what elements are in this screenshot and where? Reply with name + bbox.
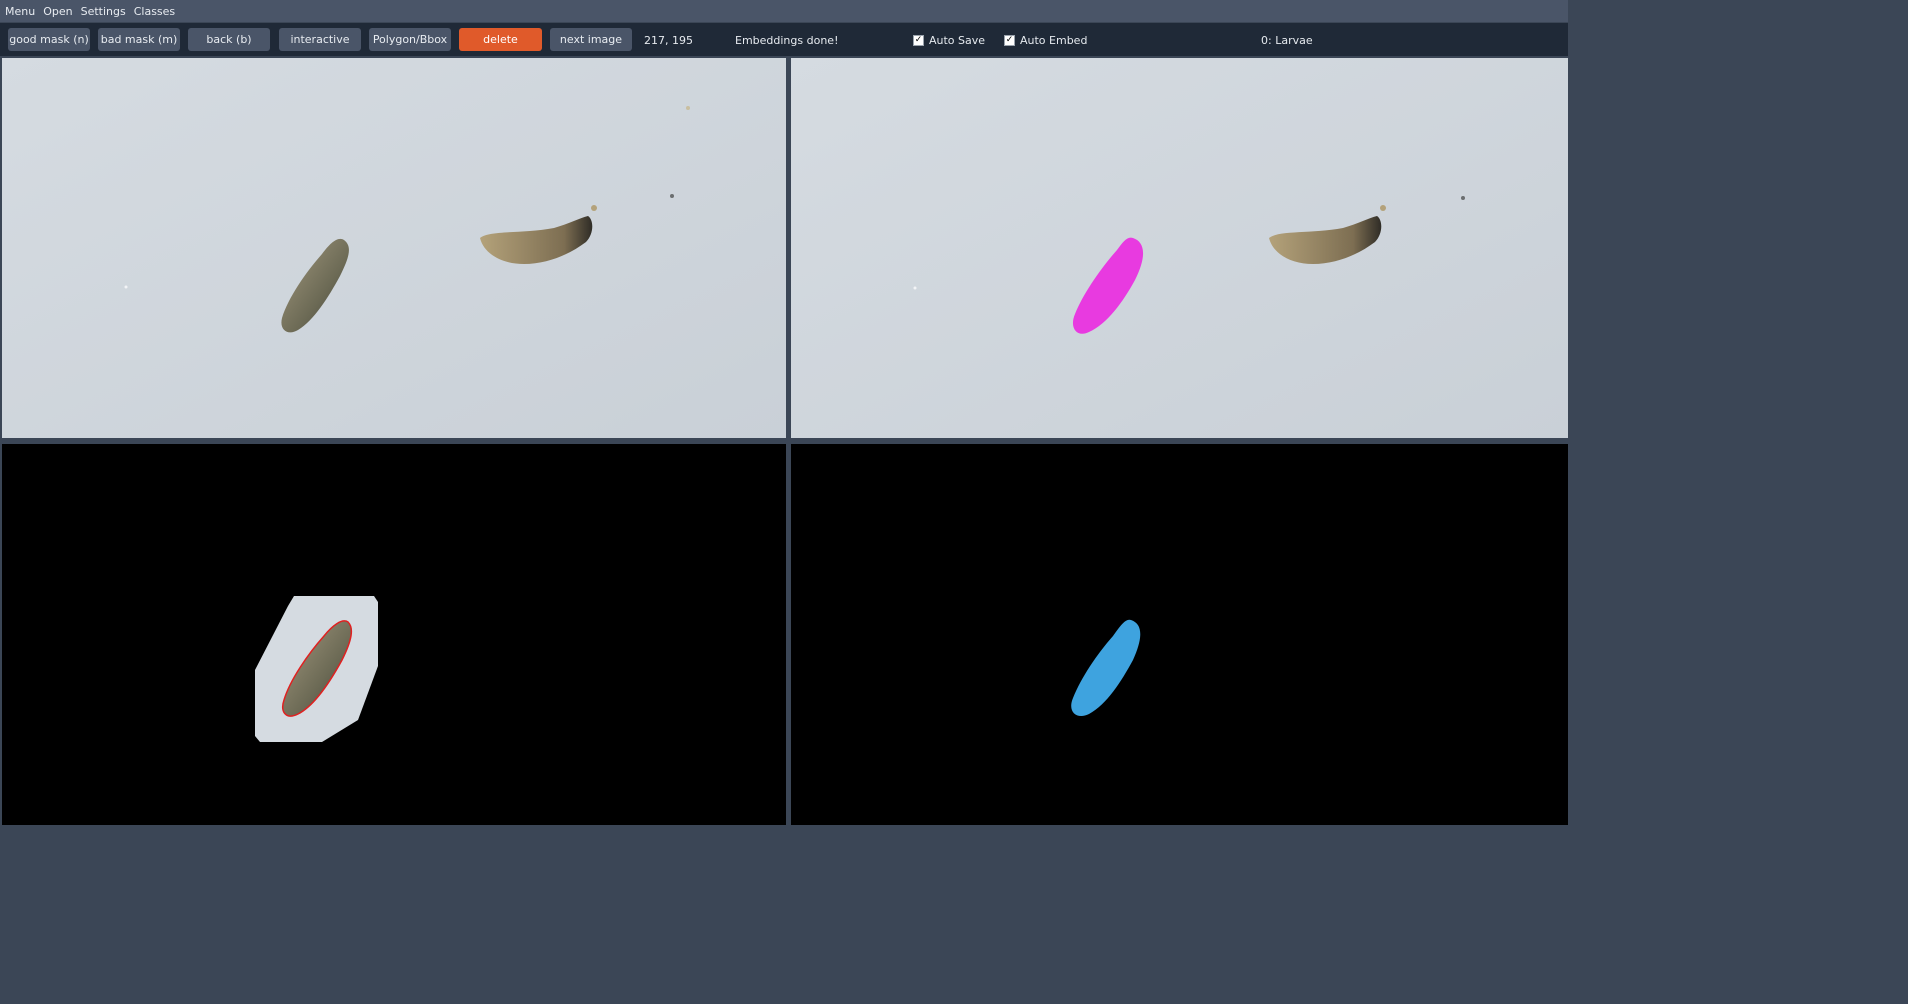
good-mask-button[interactable]: good mask (n)	[8, 28, 90, 51]
auto-embed-checkbox[interactable]: ✓ Auto Embed	[1004, 34, 1087, 47]
cursor-position: 217, 195	[644, 34, 693, 47]
menu-open[interactable]: Open	[38, 5, 75, 18]
mask-overlay-panel[interactable]	[791, 58, 1568, 438]
auto-save-label: Auto Save	[929, 34, 986, 47]
toolbar: good mask (n) bad mask (m) back (b) inte…	[0, 23, 1568, 56]
delete-button[interactable]: delete	[459, 28, 542, 51]
auto-save-checkbox[interactable]: ✓ Auto Save	[913, 34, 985, 47]
mask-output-panel[interactable]	[791, 444, 1568, 825]
bad-mask-button[interactable]: bad mask (m)	[98, 28, 180, 51]
next-image-button[interactable]: next image	[550, 28, 632, 51]
interactive-button[interactable]: interactive	[279, 28, 361, 51]
menu-menu[interactable]: Menu	[0, 5, 38, 18]
menu-settings[interactable]: Settings	[76, 5, 129, 18]
checkmark-icon: ✓	[1004, 35, 1015, 46]
status-text: Embeddings done!	[735, 34, 839, 47]
crop-view-panel[interactable]	[2, 444, 786, 825]
menu-classes[interactable]: Classes	[129, 5, 178, 18]
current-class-label[interactable]: 0: Larvae	[1261, 34, 1313, 47]
class-mask	[1071, 619, 1141, 717]
back-button[interactable]: back (b)	[188, 28, 270, 51]
source-image-panel[interactable]	[2, 58, 786, 438]
checkmark-icon: ✓	[913, 35, 924, 46]
auto-embed-label: Auto Embed	[1020, 34, 1088, 47]
menu-bar: Menu Open Settings Classes	[0, 0, 1568, 22]
polygon-bbox-button[interactable]: Polygon/Bbox	[369, 28, 451, 51]
